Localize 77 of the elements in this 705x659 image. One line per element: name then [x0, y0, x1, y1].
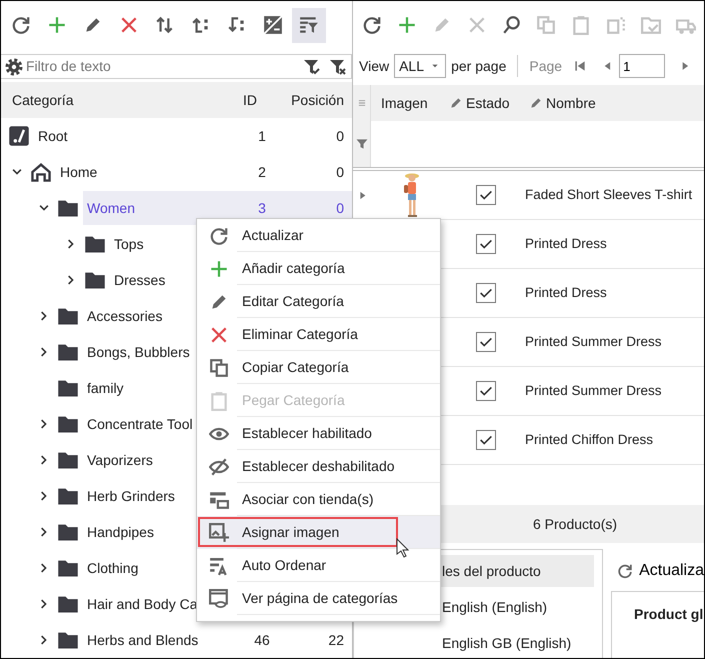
refresh-icon [362, 15, 382, 35]
category-name[interactable]: Women [83, 191, 238, 225]
column-header: Categoría [11, 90, 74, 110]
copy-icon [536, 15, 556, 35]
column-header[interactable]: Nombre [523, 92, 596, 114]
category-position: 0 [335, 163, 345, 182]
plus-icon [397, 15, 418, 35]
first-page-icon[interactable] [573, 59, 588, 73]
product-name: Printed Summer Dress [525, 382, 662, 400]
category-id: 1 [257, 127, 267, 146]
filter-clear-icon[interactable] [329, 58, 347, 76]
checkbox[interactable] [476, 234, 496, 254]
page-label: Page [529, 56, 562, 76]
image-add-icon [209, 522, 229, 542]
plus-icon [209, 258, 229, 278]
root-icon [8, 125, 30, 147]
filter-icon[interactable] [354, 137, 368, 151]
store-link-icon [209, 490, 229, 510]
plus-minus-icon [263, 15, 283, 35]
category-name[interactable]: Home [56, 155, 238, 189]
search-icon [502, 15, 522, 35]
page-size-select[interactable]: ALL [394, 54, 446, 78]
up-down-arrows-icon [155, 15, 175, 35]
product-name: Printed Summer Dress [525, 332, 662, 351]
product-name: Faded Short Sleeves T-shirt [525, 186, 692, 204]
section-title: Product gl [634, 606, 704, 622]
menu-item[interactable]: Añadir categoría [197, 252, 440, 285]
product-name: Printed Dress [525, 234, 607, 253]
per-page-label: per page [451, 56, 506, 76]
category-name[interactable]: Root [34, 119, 238, 153]
filter-icon [299, 15, 319, 35]
checkbox[interactable] [476, 332, 496, 352]
view-label: View [359, 56, 390, 76]
category-id: 46 [253, 631, 271, 650]
product-name: Printed Dress [525, 284, 607, 302]
filter-field[interactable]: Filtro de texto [1, 54, 352, 79]
checkbox[interactable] [476, 185, 496, 205]
eye-slash-icon [209, 456, 229, 476]
home-icon [30, 161, 52, 183]
folder-check-icon [640, 15, 661, 35]
category-position: 0 [335, 127, 345, 146]
product-count: 6 Producto(s) [533, 514, 618, 534]
category-position: 22 [327, 631, 345, 650]
plus-icon [47, 15, 67, 35]
menu-item[interactable]: Eliminar Categoría [197, 318, 440, 351]
menu-item[interactable]: Copiar Categoría [197, 351, 440, 384]
category-id: 2 [257, 163, 267, 182]
column-header[interactable]: Imagen [371, 92, 441, 114]
delete-icon [466, 15, 487, 35]
checkbox[interactable] [476, 430, 496, 450]
toolbar-button[interactable] [292, 8, 326, 42]
menu-item[interactable]: Establecer habilitado [197, 417, 440, 450]
sort-icon [209, 556, 229, 576]
clipboard-icon [571, 15, 592, 35]
filter-check-icon[interactable] [303, 58, 321, 76]
split-square-icon [606, 15, 626, 35]
settings-icon[interactable] [5, 58, 23, 76]
column-header: Posición [290, 90, 345, 110]
cursor-icon [396, 538, 410, 558]
refresh-button[interactable]: Actualiza [611, 559, 704, 583]
delete-icon [119, 15, 139, 35]
checkbox[interactable] [476, 381, 496, 401]
column-header: ID [242, 90, 258, 110]
language-item[interactable]: English GB (English) [354, 627, 594, 658]
copy-icon [209, 358, 229, 378]
refresh-icon [209, 226, 229, 246]
clipboard-icon [209, 390, 229, 410]
page-field[interactable]: 1 [619, 54, 666, 78]
checkbox[interactable] [476, 283, 496, 303]
menu-item[interactable]: Editar Categoría [197, 285, 440, 318]
page-view-icon [209, 588, 229, 608]
menu-item[interactable]: Establecer deshabilitado [197, 450, 440, 483]
product-name: Printed Chiffon Dress [525, 430, 654, 449]
column-header[interactable]: Estado [441, 92, 523, 114]
delete-icon [209, 324, 229, 344]
refresh-icon [11, 15, 31, 35]
category-name[interactable]: Herbs and Blends [83, 623, 238, 657]
